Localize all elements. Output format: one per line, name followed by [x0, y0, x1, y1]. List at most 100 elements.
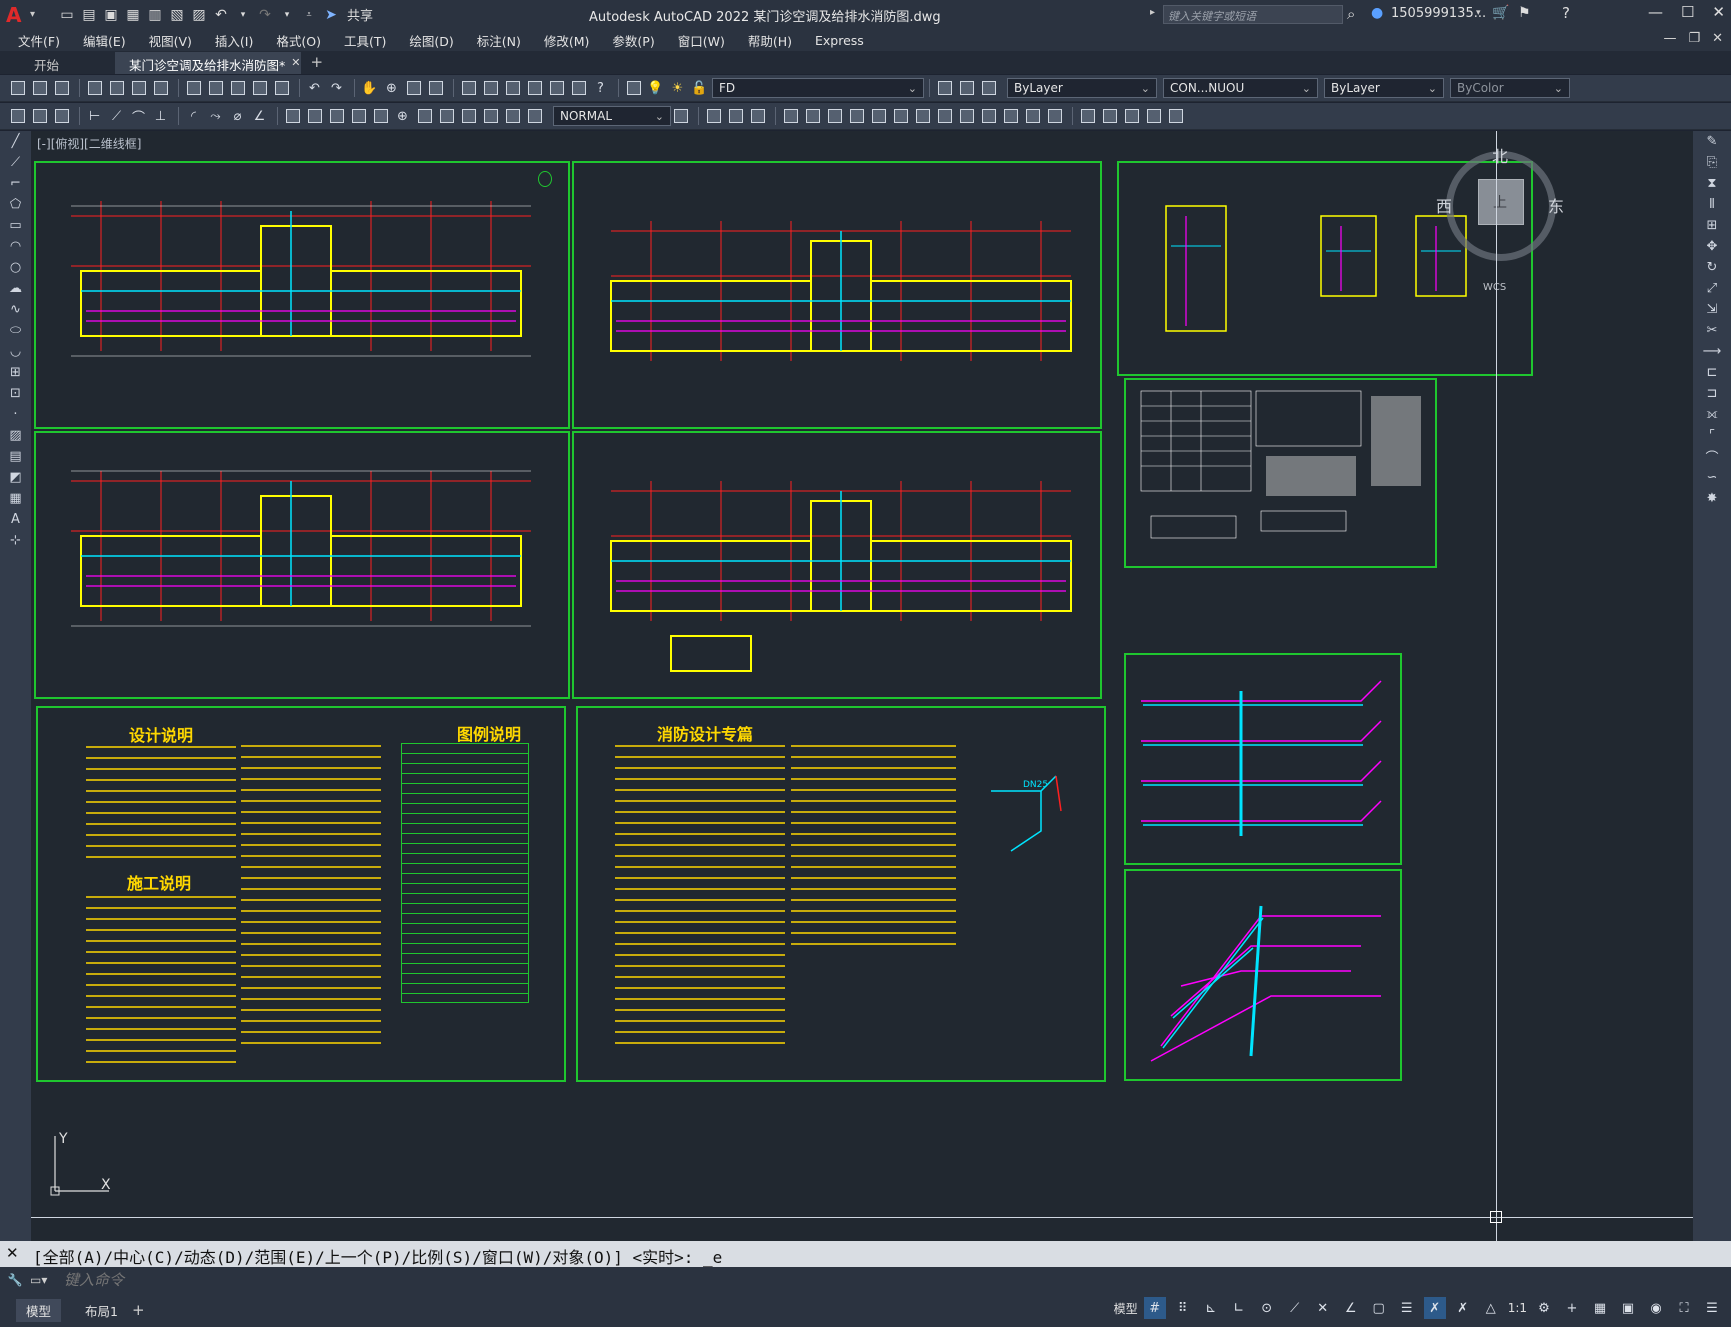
array-side-icon[interactable]: ⊞: [1693, 215, 1731, 236]
tolerance-icon[interactable]: ⊕: [393, 107, 412, 126]
hatch-icon[interactable]: ▨: [0, 425, 31, 446]
make-block-icon[interactable]: ⊡: [0, 383, 31, 404]
copy-side-icon[interactable]: ⎘: [1693, 152, 1731, 173]
inspection-icon[interactable]: [437, 107, 456, 126]
doc-restore-icon[interactable]: ❐: [1688, 31, 1700, 46]
menu-file[interactable]: 文件(F): [18, 31, 60, 50]
annotation-scale-value[interactable]: 1:1: [1508, 1301, 1527, 1315]
dimlinear-icon[interactable]: ⊢: [85, 107, 104, 126]
plot-preview-icon[interactable]: [107, 79, 126, 98]
dimangular-icon[interactable]: ∠: [250, 107, 269, 126]
app-logo[interactable]: A: [6, 4, 28, 26]
dimstyle-dropdown[interactable]: NORMAL: [553, 106, 671, 126]
point-icon[interactable]: ·: [0, 404, 31, 425]
insert-block-icon[interactable]: ⊞: [0, 362, 31, 383]
rotate-icon[interactable]: [847, 107, 866, 126]
save-icon[interactable]: ▣: [101, 5, 121, 25]
mtext-icon[interactable]: A: [0, 509, 31, 530]
send-back-icon[interactable]: [1122, 107, 1141, 126]
design-center-icon[interactable]: [481, 79, 500, 98]
new-tab-button[interactable]: +: [311, 53, 324, 71]
polar-icon[interactable]: ⊙: [1256, 1297, 1278, 1319]
lineweight-icon[interactable]: ☰: [1396, 1297, 1418, 1319]
customize-qat-icon[interactable]: ⩡: [299, 5, 319, 25]
redo-icon[interactable]: ↷: [255, 5, 275, 25]
tab-active-drawing[interactable]: 某门诊空调及给排水消防图*: [115, 52, 302, 74]
dimstyle-manager-icon[interactable]: [671, 107, 690, 126]
infer-constraints-icon[interactable]: ⊾: [1200, 1297, 1222, 1319]
center-mark-icon[interactable]: [415, 107, 434, 126]
table-icon[interactable]: ▦: [0, 488, 31, 509]
text-front-icon[interactable]: [1144, 107, 1163, 126]
aligned-dim-icon[interactable]: [52, 107, 71, 126]
pan-icon[interactable]: ✋: [360, 79, 379, 98]
offset-icon[interactable]: [781, 107, 800, 126]
osnap-icon[interactable]: ∠: [1340, 1297, 1362, 1319]
model-space-button[interactable]: 模型: [1114, 1300, 1138, 1317]
spline-icon[interactable]: ∿: [0, 299, 31, 320]
menu-help[interactable]: 帮助(H): [748, 31, 792, 50]
grid-icon[interactable]: #: [1143, 1297, 1166, 1319]
dimcontinue-icon[interactable]: [327, 107, 346, 126]
dimspace-icon[interactable]: [349, 107, 368, 126]
units-icon[interactable]: ▦: [1589, 1297, 1611, 1319]
publish-icon[interactable]: [129, 79, 148, 98]
minimize-icon[interactable]: —: [1648, 3, 1663, 21]
erase-icon[interactable]: [704, 107, 723, 126]
tab-close-icon[interactable]: ✕: [291, 56, 300, 69]
make-current-icon[interactable]: [935, 79, 954, 98]
extend-side-icon[interactable]: ⟶: [1693, 341, 1731, 362]
linetype-dropdown[interactable]: CON...NUOU: [1163, 78, 1318, 98]
cut-icon[interactable]: [184, 79, 203, 98]
open-from-web-icon[interactable]: ▥: [145, 5, 165, 25]
share-button[interactable]: 共享: [347, 5, 373, 24]
save-as-icon[interactable]: ▦: [123, 5, 143, 25]
menu-format[interactable]: 格式(O): [276, 31, 321, 50]
extend-icon[interactable]: [935, 107, 954, 126]
exchange-icon[interactable]: ⚑: [1518, 5, 1531, 21]
new-file-icon[interactable]: ▭: [57, 5, 77, 25]
hatch-back-icon[interactable]: [1166, 107, 1185, 126]
chamfer-side-icon[interactable]: ⌜: [1693, 425, 1731, 446]
region-icon[interactable]: ◩: [0, 467, 31, 488]
isolate-objects-icon[interactable]: ◉: [1645, 1297, 1667, 1319]
annotation-scale-icon[interactable]: △: [1480, 1297, 1502, 1319]
doc-minimize-icon[interactable]: —: [1663, 31, 1676, 46]
open-file-icon[interactable]: ▤: [79, 5, 99, 25]
stretch-icon[interactable]: [891, 107, 910, 126]
undo-toolbar-icon[interactable]: ↶: [305, 79, 324, 98]
properties-icon[interactable]: [459, 79, 478, 98]
tab-layout1[interactable]: 布局1: [75, 1299, 128, 1322]
layer-properties-icon[interactable]: [624, 79, 643, 98]
menu-draw[interactable]: 绘图(D): [409, 31, 453, 50]
gradient-icon[interactable]: ▤: [0, 446, 31, 467]
polyline-icon[interactable]: ⌐: [0, 173, 31, 194]
menu-express[interactable]: Express: [815, 33, 864, 48]
jogged-linear-icon[interactable]: [459, 107, 478, 126]
plotstyle-dropdown[interactable]: ByColor: [1450, 78, 1570, 98]
construction-line-icon[interactable]: ⟋: [0, 152, 31, 173]
menu-modify[interactable]: 修改(M): [544, 31, 590, 50]
layer-state-icon[interactable]: [979, 79, 998, 98]
undo-icon[interactable]: ↶: [211, 5, 231, 25]
isodraft-icon[interactable]: ⟋: [1284, 1297, 1306, 1319]
annotation-visibility-icon[interactable]: ✗: [1423, 1297, 1446, 1319]
dimbaseline-icon[interactable]: [305, 107, 324, 126]
rectangle-icon[interactable]: ▭: [0, 215, 31, 236]
qdim-icon[interactable]: [8, 107, 27, 126]
open-icon[interactable]: [30, 79, 49, 98]
linear-dim-icon[interactable]: [30, 107, 49, 126]
wcs-label[interactable]: WCS: [1483, 282, 1506, 293]
menu-edit[interactable]: 编辑(E): [83, 31, 126, 50]
dimupdate-icon[interactable]: [525, 107, 544, 126]
auto-scale-icon[interactable]: ✗: [1452, 1297, 1474, 1319]
dimedit-icon[interactable]: [481, 107, 500, 126]
menu-insert[interactable]: 插入(I): [215, 31, 253, 50]
viewcube[interactable]: 北 西 东 上 WCS: [1436, 139, 1566, 293]
break-icon[interactable]: [957, 107, 976, 126]
3d-osnap-icon[interactable]: ▢: [1368, 1297, 1390, 1319]
zoom-window-icon[interactable]: [404, 79, 423, 98]
command-close-icon[interactable]: ✕: [6, 1244, 19, 1262]
command-recent-icon[interactable]: ▭▾: [30, 1273, 60, 1287]
add-layout-button[interactable]: +: [132, 1301, 145, 1319]
